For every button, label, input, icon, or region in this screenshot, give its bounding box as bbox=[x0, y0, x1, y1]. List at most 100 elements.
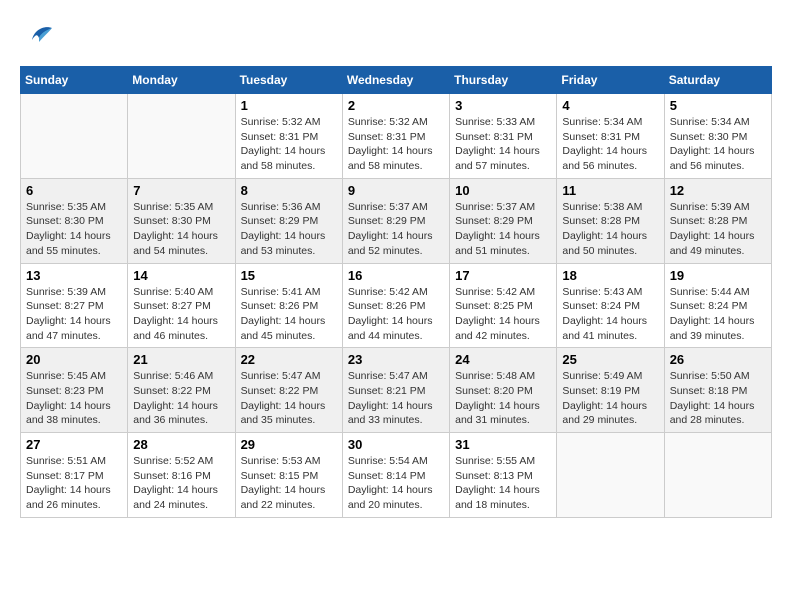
calendar-day-cell: 28 Sunrise: 5:52 AM Sunset: 8:16 PM Dayli… bbox=[128, 433, 235, 518]
day-info: Sunrise: 5:35 AM Sunset: 8:30 PM Dayligh… bbox=[133, 200, 229, 259]
calendar-day-cell: 18Sunrise: 5:43 AM Sunset: 8:24 PM Dayli… bbox=[557, 263, 664, 348]
day-number: 14 bbox=[133, 268, 229, 283]
day-header-saturday: Saturday bbox=[664, 67, 771, 94]
calendar-day-cell: 31 Sunrise: 5:55 AM Sunset: 8:13 PM Dayli… bbox=[450, 433, 557, 518]
day-number: 19 bbox=[670, 268, 766, 283]
day-info: Sunrise: 5:54 AM Sunset: 8:14 PM Dayligh… bbox=[348, 454, 444, 513]
day-info: Sunrise: 5:50 AM Sunset: 8:18 PM Dayligh… bbox=[670, 369, 766, 428]
day-info: Sunrise: 5:36 AM Sunset: 8:29 PM Dayligh… bbox=[241, 200, 337, 259]
calendar-week-row: 27 Sunrise: 5:51 AM Sunset: 8:17 PM Dayli… bbox=[21, 433, 772, 518]
calendar-day-cell: 9 Sunrise: 5:37 AM Sunset: 8:29 PM Daylig… bbox=[342, 178, 449, 263]
day-header-friday: Friday bbox=[557, 67, 664, 94]
calendar-day-cell: 6 Sunrise: 5:35 AM Sunset: 8:30 PM Daylig… bbox=[21, 178, 128, 263]
day-info: Sunrise: 5:37 AM Sunset: 8:29 PM Dayligh… bbox=[455, 200, 551, 259]
day-number: 15 bbox=[241, 268, 337, 283]
day-number: 28 bbox=[133, 437, 229, 452]
day-info: Sunrise: 5:32 AM Sunset: 8:31 PM Dayligh… bbox=[241, 115, 337, 174]
day-number: 24 bbox=[455, 352, 551, 367]
header bbox=[20, 20, 772, 56]
day-number: 1 bbox=[241, 98, 337, 113]
day-info: Sunrise: 5:42 AM Sunset: 8:25 PM Dayligh… bbox=[455, 285, 551, 344]
day-info: Sunrise: 5:45 AM Sunset: 8:23 PM Dayligh… bbox=[26, 369, 122, 428]
day-info: Sunrise: 5:34 AM Sunset: 8:30 PM Dayligh… bbox=[670, 115, 766, 174]
calendar-day-cell: 21 Sunrise: 5:46 AM Sunset: 8:22 PM Dayli… bbox=[128, 348, 235, 433]
day-header-wednesday: Wednesday bbox=[342, 67, 449, 94]
calendar-day-cell: 25 Sunrise: 5:49 AM Sunset: 8:19 PM Dayli… bbox=[557, 348, 664, 433]
calendar-day-cell: 23 Sunrise: 5:47 AM Sunset: 8:21 PM Dayli… bbox=[342, 348, 449, 433]
calendar-day-cell: 27 Sunrise: 5:51 AM Sunset: 8:17 PM Dayli… bbox=[21, 433, 128, 518]
day-info: Sunrise: 5:55 AM Sunset: 8:13 PM Dayligh… bbox=[455, 454, 551, 513]
day-number: 8 bbox=[241, 183, 337, 198]
day-number: 29 bbox=[241, 437, 337, 452]
calendar-day-cell: 7 Sunrise: 5:35 AM Sunset: 8:30 PM Daylig… bbox=[128, 178, 235, 263]
calendar-day-cell: 8 Sunrise: 5:36 AM Sunset: 8:29 PM Daylig… bbox=[235, 178, 342, 263]
calendar-day-cell: 13Sunrise: 5:39 AM Sunset: 8:27 PM Dayli… bbox=[21, 263, 128, 348]
calendar-header-row: SundayMondayTuesdayWednesdayThursdayFrid… bbox=[21, 67, 772, 94]
logo-bird-icon bbox=[24, 20, 54, 56]
calendar-day-cell: 17 Sunrise: 5:42 AM Sunset: 8:25 PM Dayli… bbox=[450, 263, 557, 348]
day-number: 7 bbox=[133, 183, 229, 198]
day-number: 25 bbox=[562, 352, 658, 367]
day-info: Sunrise: 5:32 AM Sunset: 8:31 PM Dayligh… bbox=[348, 115, 444, 174]
calendar-day-cell: 22Sunrise: 5:47 AM Sunset: 8:22 PM Dayli… bbox=[235, 348, 342, 433]
day-info: Sunrise: 5:35 AM Sunset: 8:30 PM Dayligh… bbox=[26, 200, 122, 259]
calendar-day-cell: 12 Sunrise: 5:39 AM Sunset: 8:28 PM Dayli… bbox=[664, 178, 771, 263]
calendar-day-cell bbox=[128, 94, 235, 179]
day-number: 23 bbox=[348, 352, 444, 367]
day-number: 27 bbox=[26, 437, 122, 452]
calendar-day-cell: 20 Sunrise: 5:45 AM Sunset: 8:23 PM Dayli… bbox=[21, 348, 128, 433]
day-header-sunday: Sunday bbox=[21, 67, 128, 94]
day-header-monday: Monday bbox=[128, 67, 235, 94]
day-number: 16 bbox=[348, 268, 444, 283]
calendar-day-cell: 16 Sunrise: 5:42 AM Sunset: 8:26 PM Dayli… bbox=[342, 263, 449, 348]
day-number: 17 bbox=[455, 268, 551, 283]
calendar-day-cell: 11 Sunrise: 5:38 AM Sunset: 8:28 PM Dayli… bbox=[557, 178, 664, 263]
calendar-day-cell bbox=[664, 433, 771, 518]
calendar-week-row: 1 Sunrise: 5:32 AM Sunset: 8:31 PM Daylig… bbox=[21, 94, 772, 179]
day-info: Sunrise: 5:47 AM Sunset: 8:22 PM Dayligh… bbox=[241, 369, 337, 428]
day-info: Sunrise: 5:51 AM Sunset: 8:17 PM Dayligh… bbox=[26, 454, 122, 513]
day-number: 2 bbox=[348, 98, 444, 113]
day-info: Sunrise: 5:49 AM Sunset: 8:19 PM Dayligh… bbox=[562, 369, 658, 428]
day-number: 12 bbox=[670, 183, 766, 198]
calendar-table: SundayMondayTuesdayWednesdayThursdayFrid… bbox=[20, 66, 772, 518]
calendar-day-cell: 24Sunrise: 5:48 AM Sunset: 8:20 PM Dayli… bbox=[450, 348, 557, 433]
calendar-day-cell: 14Sunrise: 5:40 AM Sunset: 8:27 PM Dayli… bbox=[128, 263, 235, 348]
day-number: 26 bbox=[670, 352, 766, 367]
calendar-day-cell: 26 Sunrise: 5:50 AM Sunset: 8:18 PM Dayli… bbox=[664, 348, 771, 433]
day-info: Sunrise: 5:46 AM Sunset: 8:22 PM Dayligh… bbox=[133, 369, 229, 428]
day-info: Sunrise: 5:37 AM Sunset: 8:29 PM Dayligh… bbox=[348, 200, 444, 259]
day-info: Sunrise: 5:39 AM Sunset: 8:28 PM Dayligh… bbox=[670, 200, 766, 259]
day-info: Sunrise: 5:41 AM Sunset: 8:26 PM Dayligh… bbox=[241, 285, 337, 344]
calendar-day-cell: 10 Sunrise: 5:37 AM Sunset: 8:29 PM Dayli… bbox=[450, 178, 557, 263]
day-number: 11 bbox=[562, 183, 658, 198]
calendar-week-row: 13Sunrise: 5:39 AM Sunset: 8:27 PM Dayli… bbox=[21, 263, 772, 348]
day-number: 13 bbox=[26, 268, 122, 283]
day-info: Sunrise: 5:38 AM Sunset: 8:28 PM Dayligh… bbox=[562, 200, 658, 259]
day-number: 6 bbox=[26, 183, 122, 198]
calendar-day-cell: 3Sunrise: 5:33 AM Sunset: 8:31 PM Daylig… bbox=[450, 94, 557, 179]
day-number: 9 bbox=[348, 183, 444, 198]
day-number: 18 bbox=[562, 268, 658, 283]
calendar-day-cell: 15 Sunrise: 5:41 AM Sunset: 8:26 PM Dayli… bbox=[235, 263, 342, 348]
day-number: 4 bbox=[562, 98, 658, 113]
calendar-day-cell: 19 Sunrise: 5:44 AM Sunset: 8:24 PM Dayli… bbox=[664, 263, 771, 348]
calendar-day-cell: 5 Sunrise: 5:34 AM Sunset: 8:30 PM Daylig… bbox=[664, 94, 771, 179]
calendar-day-cell: 4Sunrise: 5:34 AM Sunset: 8:31 PM Daylig… bbox=[557, 94, 664, 179]
day-info: Sunrise: 5:42 AM Sunset: 8:26 PM Dayligh… bbox=[348, 285, 444, 344]
day-number: 21 bbox=[133, 352, 229, 367]
calendar-day-cell bbox=[557, 433, 664, 518]
logo bbox=[20, 20, 54, 56]
calendar-day-cell bbox=[21, 94, 128, 179]
day-info: Sunrise: 5:47 AM Sunset: 8:21 PM Dayligh… bbox=[348, 369, 444, 428]
day-info: Sunrise: 5:53 AM Sunset: 8:15 PM Dayligh… bbox=[241, 454, 337, 513]
day-number: 31 bbox=[455, 437, 551, 452]
day-number: 5 bbox=[670, 98, 766, 113]
day-info: Sunrise: 5:52 AM Sunset: 8:16 PM Dayligh… bbox=[133, 454, 229, 513]
day-info: Sunrise: 5:44 AM Sunset: 8:24 PM Dayligh… bbox=[670, 285, 766, 344]
day-number: 20 bbox=[26, 352, 122, 367]
calendar-day-cell: 1 Sunrise: 5:32 AM Sunset: 8:31 PM Daylig… bbox=[235, 94, 342, 179]
calendar-week-row: 20 Sunrise: 5:45 AM Sunset: 8:23 PM Dayli… bbox=[21, 348, 772, 433]
day-info: Sunrise: 5:33 AM Sunset: 8:31 PM Dayligh… bbox=[455, 115, 551, 174]
day-number: 10 bbox=[455, 183, 551, 198]
